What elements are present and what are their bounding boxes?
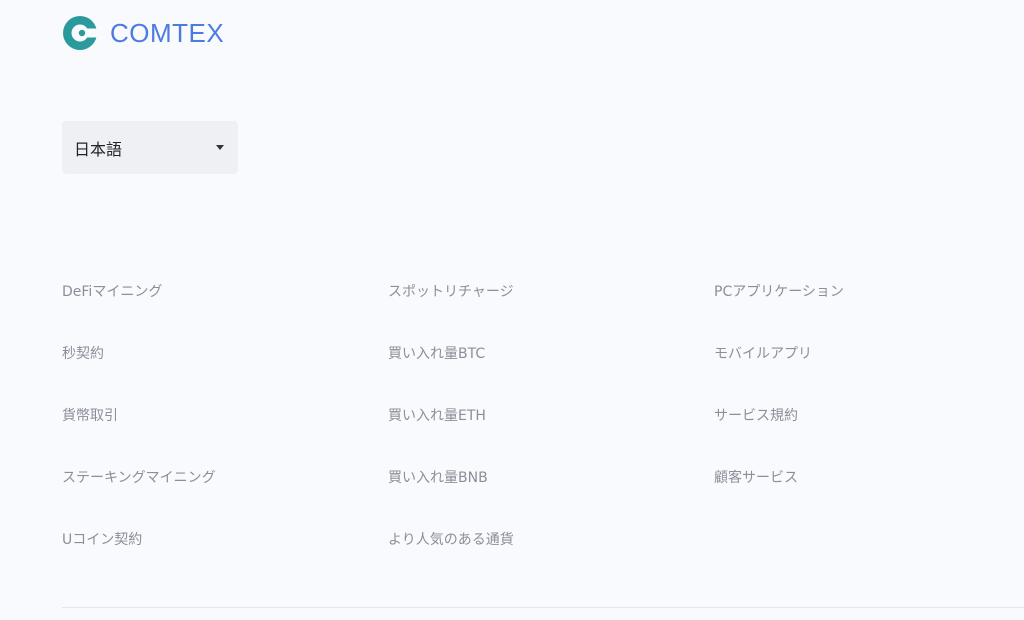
footer-link-popular-currencies[interactable]: より人気のある通貨	[388, 530, 514, 592]
language-select-value: 日本語	[74, 139, 123, 159]
footer-link-customer-service[interactable]: 顧客サービス	[714, 468, 844, 530]
footer-link-buy-bnb[interactable]: 買い入れ量BNB	[388, 468, 514, 530]
footer-link-spot-recharge[interactable]: スポットリチャージ	[388, 282, 514, 344]
footer-link-staking-mining[interactable]: ステーキングマイニング	[62, 468, 216, 530]
caret-down-icon	[216, 145, 224, 150]
footer-link-currency-trading[interactable]: 貨幣取引	[62, 406, 216, 468]
footer-divider	[62, 607, 1024, 608]
language-select[interactable]: 日本語	[62, 121, 238, 174]
footer-link-mobile-app[interactable]: モバイルアプリ	[714, 344, 844, 406]
footer-link-defi-mining[interactable]: DeFiマイニング	[62, 282, 216, 344]
footer-link-second-contract[interactable]: 秒契約	[62, 344, 216, 406]
footer-link-buy-btc[interactable]: 買い入れ量BTC	[388, 344, 514, 406]
footer-column-3: PCアプリケーション モバイルアプリ サービス規約 顧客サービス	[714, 282, 844, 530]
footer-link-buy-eth[interactable]: 買い入れ量ETH	[388, 406, 514, 468]
footer-link-terms-of-service[interactable]: サービス規約	[714, 406, 844, 468]
footer-link-pc-application[interactable]: PCアプリケーション	[714, 282, 844, 344]
footer-column-2: スポットリチャージ 買い入れ量BTC 買い入れ量ETH 買い入れ量BNB より人…	[388, 282, 514, 592]
footer-link-u-coin-contract[interactable]: Uコイン契約	[62, 530, 216, 592]
page: COMTEX 日本語 DeFiマイニング 秒契約 貨幣取引 ステーキングマイニン…	[0, 0, 1024, 620]
brand-name: COMTEX	[110, 18, 225, 48]
brand-logo-link[interactable]: COMTEX	[62, 14, 224, 52]
comtex-logo-icon	[63, 16, 98, 50]
footer-column-1: DeFiマイニング 秒契約 貨幣取引 ステーキングマイニング Uコイン契約	[62, 282, 216, 592]
